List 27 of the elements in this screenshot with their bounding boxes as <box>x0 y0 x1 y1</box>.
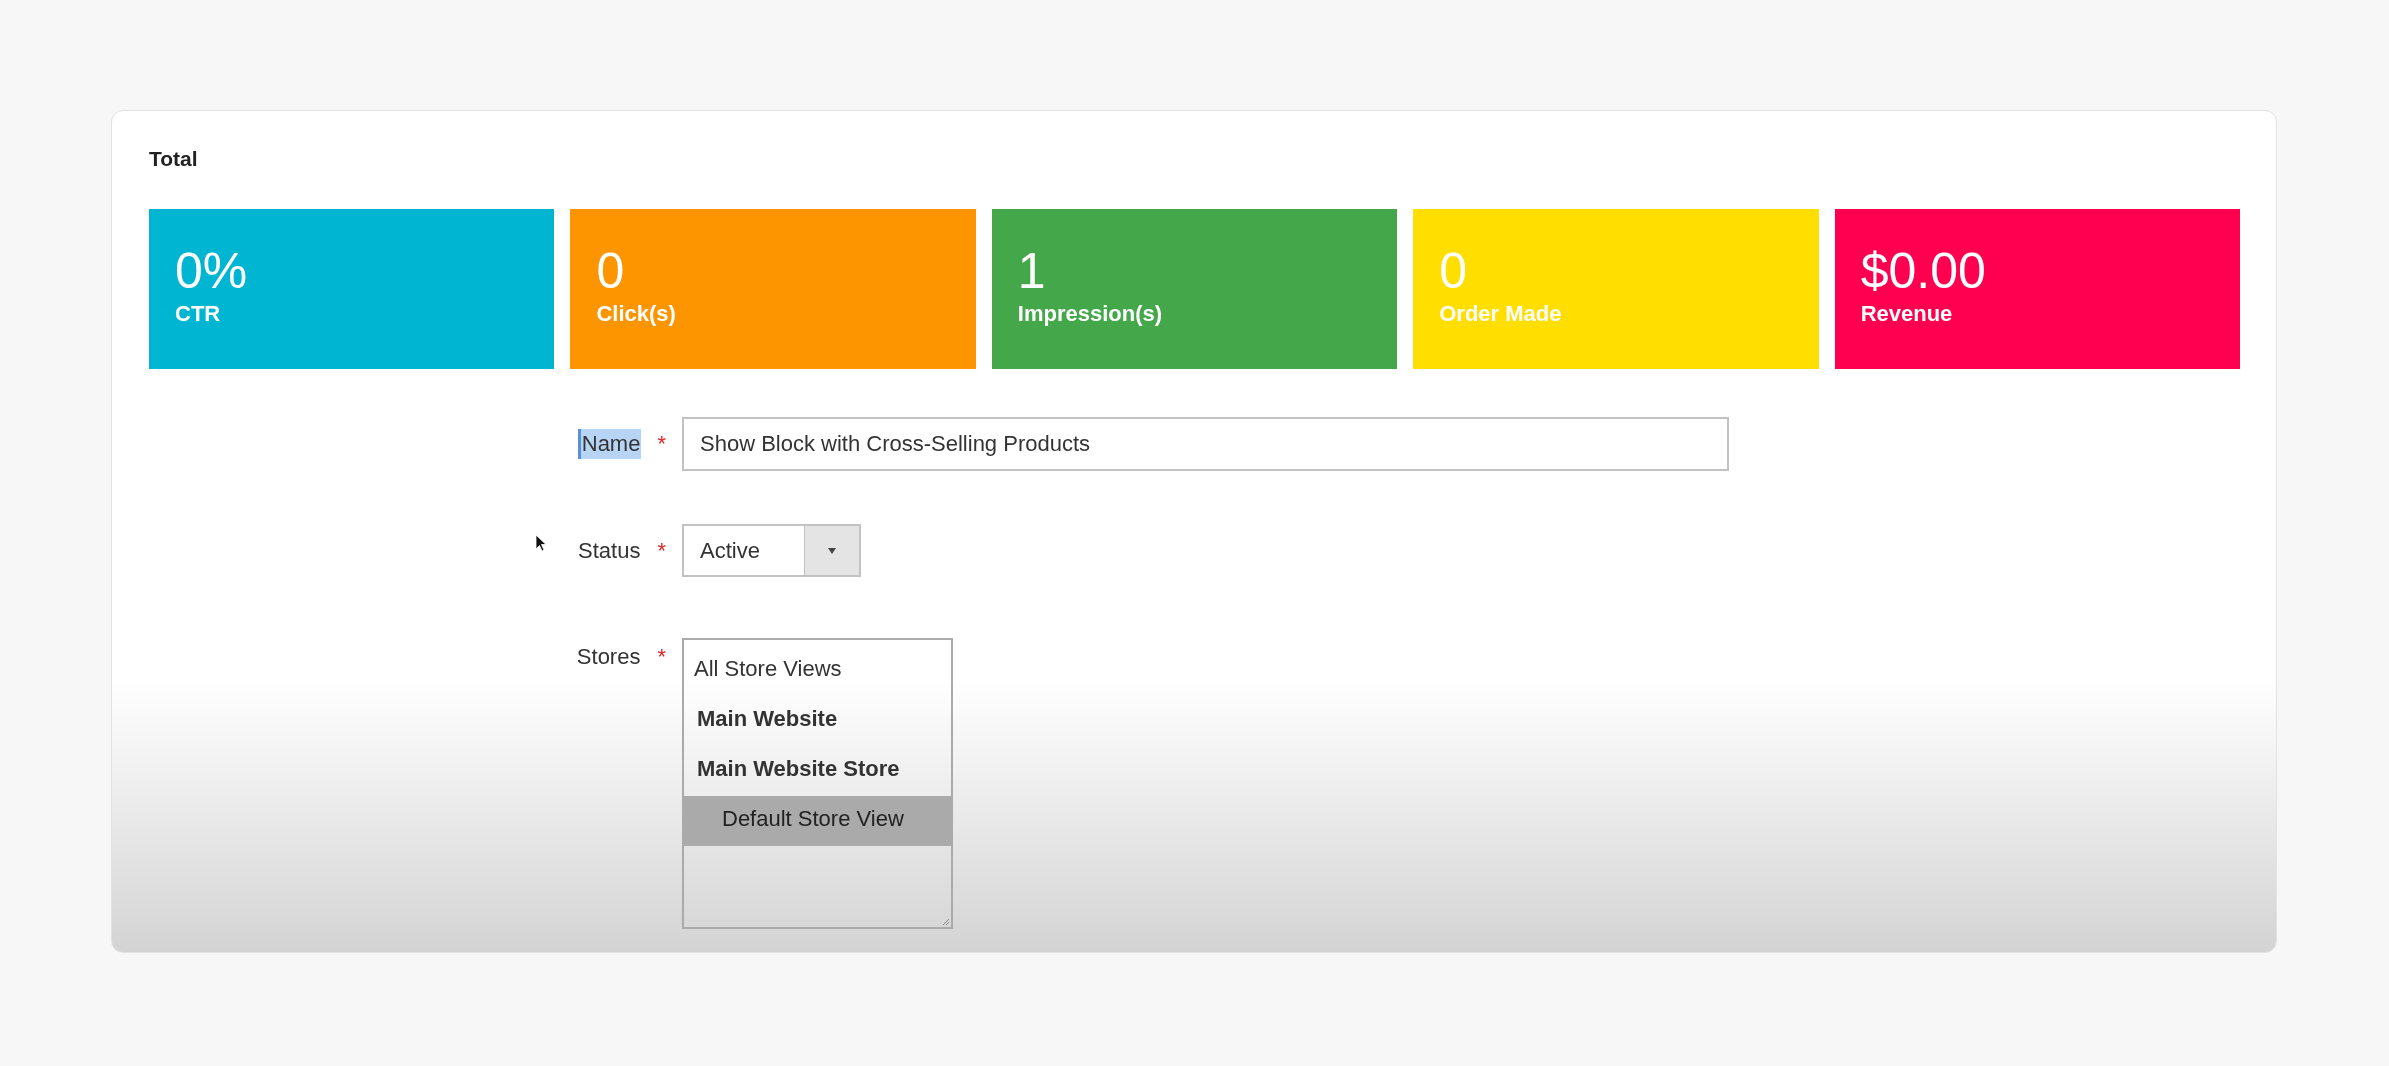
required-mark: * <box>657 644 666 670</box>
stat-label: Click(s) <box>596 301 677 327</box>
required-mark: * <box>657 538 666 564</box>
cursor-icon <box>535 534 547 552</box>
field-label: Name <box>577 429 642 459</box>
stat-value: 0 <box>1439 243 1469 299</box>
name-input-field[interactable]: Show Block with Cross-Selling Products <box>682 417 1729 471</box>
required-mark: * <box>657 431 666 457</box>
stat-value: 0 <box>596 243 626 299</box>
stores-listbox[interactable]: All Store Views Main Website Main Website Store Default Store View <box>682 638 953 929</box>
stat-label: Impression(s) <box>1017 301 1164 327</box>
store-option[interactable]: All Store Views <box>684 646 951 696</box>
stat-value: 1 <box>1017 243 1047 299</box>
status-dropdown[interactable]: Active <box>682 524 861 577</box>
stat-value: $0.00 <box>1860 243 1987 299</box>
resize-grip-icon <box>940 916 950 926</box>
store-option[interactable]: Default Store View <box>684 796 951 846</box>
stat-label: CTR <box>175 301 222 327</box>
stat-label: Revenue <box>1860 301 1954 327</box>
store-option[interactable]: Main Website Store <box>684 746 951 796</box>
field-label: Status <box>577 537 642 565</box>
caret-icon <box>827 547 837 554</box>
field-label: Stores <box>575 643 642 671</box>
section-title: Total <box>149 147 199 171</box>
stat-label: Order Made <box>1439 301 1563 327</box>
stat-value: 0% <box>175 243 249 299</box>
store-option[interactable]: Main Website <box>684 696 951 746</box>
